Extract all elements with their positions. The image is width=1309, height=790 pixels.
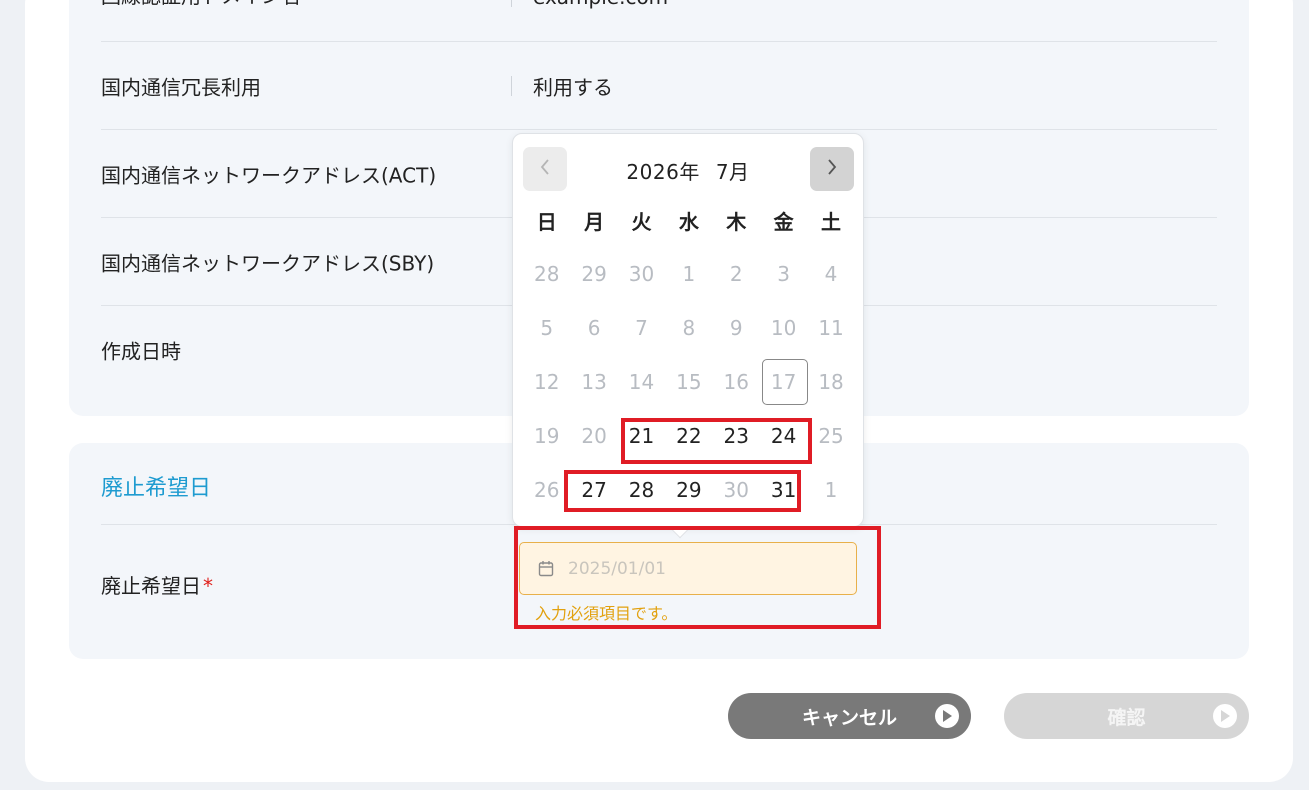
info-row-label: 回線認証用ドメイン名 [101,0,301,9]
calendar-day: 10 [770,316,797,340]
required-mark: * [203,574,213,598]
next-month-button[interactable] [810,147,854,191]
highlight-box [564,470,801,512]
calendar-day: 16 [723,370,749,394]
calendar-day: 4 [824,262,838,286]
calendar-day: 9 [729,316,743,340]
info-row-label: 作成日時 [101,339,181,364]
calendar-month: 7月 [715,160,750,184]
calendar-day-today: 17 [760,355,809,409]
info-row-label: 国内通信ネットワークアドレス(ACT) [101,163,437,187]
calendar-day: 2 [729,262,743,286]
calendar-day: 7 [635,316,648,340]
info-row-label: 国内通信冗長利用 [101,75,261,99]
cancel-button-label: キャンセル [801,706,897,729]
calendar-day: 3 [777,262,791,286]
calendar-day: 15 [676,370,702,394]
info-row-value: 利用する [533,75,613,99]
play-circle-icon [1213,704,1237,728]
info-row: 回線認証用ドメイン名 example.com [101,0,1217,42]
confirm-button-label: 確認 [1107,706,1146,729]
abolish-date-label: 廃止希望日 * [101,570,213,599]
weekday-label: 月 [584,210,605,234]
chevron-right-icon [826,158,838,180]
play-circle-icon [935,704,959,728]
calendar-day: 12 [533,370,560,394]
section-title: 廃止希望日 [101,476,212,501]
calendar-year: 2026年 [626,160,700,184]
calendar-day: 11 [818,316,844,340]
calendar-day: 25 [818,424,844,448]
calendar-day: 18 [818,370,844,394]
calendar-day: 8 [682,316,696,340]
calendar-day: 20 [581,424,607,448]
info-row-label: 国内通信ネットワークアドレス(SBY) [101,251,435,275]
calendar-day: 19 [533,424,560,448]
calendar-popup: 2026年 7月 日月火水木金土 28 29 30 1 2 3 4 5 6 7 8 9 10 11 12 13 1… [512,133,864,539]
calendar-day: 1 [824,478,838,502]
weekday-label: 土 [821,210,842,234]
weekday-label: 木 [726,210,747,234]
weekday-label: 火 [631,210,652,234]
weekday-header: 日月火水木金土 [523,206,855,235]
calendar-day: 30 [628,262,655,286]
info-row-value: example.com [533,0,668,9]
row-separator [511,0,512,7]
calendar-day: 5 [540,316,554,340]
calendar-day: 13 [581,370,607,394]
info-row: 国内通信冗長利用 利用する [101,42,1217,130]
calendar-day: 14 [628,370,655,394]
weekday-label: 日 [536,210,557,234]
confirm-button[interactable]: 確認 [1004,693,1249,739]
weekday-label: 水 [678,210,699,234]
highlight-box [621,418,812,464]
calendar-day: 6 [587,316,601,340]
calendar-day: 28 [533,262,560,286]
calendar-day: 29 [581,262,607,286]
field-label-text: 廃止希望日 [101,574,201,598]
highlight-box [514,526,881,629]
cancel-button[interactable]: キャンセル [728,693,971,739]
weekday-label: 金 [773,210,794,234]
calendar-day: 1 [682,262,696,286]
row-separator [511,75,512,96]
